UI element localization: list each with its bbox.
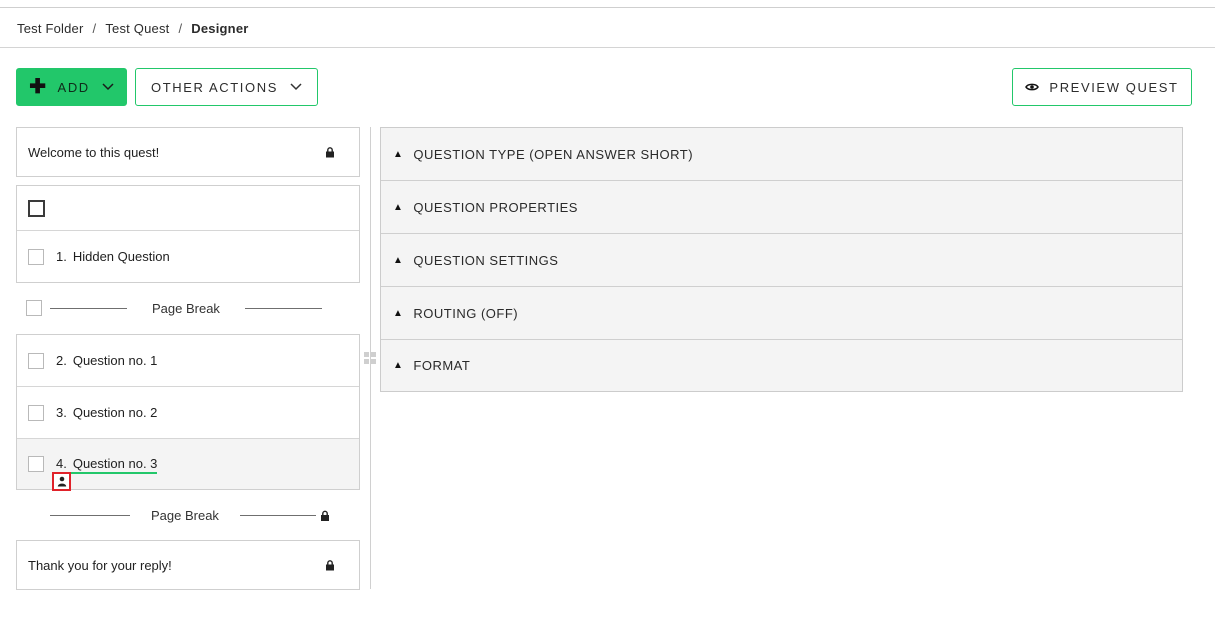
page-break[interactable]: Page Break bbox=[16, 298, 360, 318]
page-break-line bbox=[239, 514, 316, 516]
question-item[interactable]: 2. Question no. 1 bbox=[17, 335, 359, 387]
person-icon[interactable] bbox=[52, 472, 71, 491]
page-break-label: Page Break bbox=[152, 300, 220, 316]
question-title: Question no. 1 bbox=[72, 353, 158, 368]
preview-quest-button[interactable]: PREVIEW QUEST bbox=[1012, 68, 1192, 106]
page-break-locked: Page Break bbox=[16, 505, 360, 525]
lock-icon bbox=[320, 510, 330, 521]
triangle-up-icon: ▲ bbox=[393, 254, 404, 266]
select-all-row bbox=[17, 186, 359, 231]
question-title: Question no. 2 bbox=[72, 405, 158, 420]
question-title: Question no. 3 bbox=[72, 456, 158, 471]
question-number: 2. bbox=[56, 353, 67, 368]
question-checkbox[interactable] bbox=[28, 456, 44, 472]
triangle-up-icon: ▲ bbox=[393, 201, 404, 213]
add-button[interactable]: ✚ ADD bbox=[16, 68, 127, 106]
triangle-up-icon: ▲ bbox=[393, 360, 404, 371]
question-title: Hidden Question bbox=[72, 249, 170, 264]
accordion-format[interactable]: ▲ FORMAT bbox=[381, 340, 1182, 391]
accordion-label: FORMAT bbox=[413, 358, 471, 373]
breadcrumb: Test Folder / Test Quest / Designer bbox=[17, 20, 249, 36]
breadcrumb-folder[interactable]: Test Folder bbox=[17, 21, 84, 36]
page-break-checkbox[interactable] bbox=[26, 300, 42, 316]
question-checkbox[interactable] bbox=[28, 248, 44, 265]
question-group: 1. Hidden Question bbox=[16, 185, 360, 283]
question-number: 3. bbox=[56, 405, 67, 420]
breadcrumb-quest[interactable]: Test Quest bbox=[105, 21, 169, 36]
question-title-selected: 4. Question no. 3 bbox=[56, 456, 158, 474]
page-break-label: Page Break bbox=[151, 507, 219, 523]
header-divider bbox=[0, 47, 1215, 48]
page-break-line bbox=[50, 514, 130, 516]
accordion-question-settings[interactable]: ▲ QUESTION SETTINGS bbox=[381, 234, 1182, 287]
accordion-question-type[interactable]: ▲ QUESTION TYPE (OPEN ANSWER SHORT) bbox=[381, 128, 1182, 181]
triangle-up-icon: ▲ bbox=[393, 148, 404, 160]
lock-icon bbox=[325, 560, 335, 571]
breadcrumb-separator: / bbox=[92, 20, 97, 36]
accordion-label: QUESTION PROPERTIES bbox=[413, 199, 578, 215]
page-break-line bbox=[244, 307, 322, 309]
question-item[interactable]: 1. Hidden Question bbox=[17, 231, 359, 282]
page-break-line bbox=[50, 307, 127, 309]
add-button-label: ADD bbox=[57, 79, 90, 95]
other-actions-button[interactable]: OTHER ACTIONS bbox=[135, 68, 318, 106]
question-checkbox[interactable] bbox=[28, 404, 44, 421]
question-item[interactable]: 3. Question no. 2 bbox=[17, 387, 359, 439]
breadcrumb-current: Designer bbox=[191, 20, 249, 36]
question-checkbox[interactable] bbox=[28, 352, 44, 369]
breadcrumb-separator: / bbox=[178, 20, 183, 36]
triangle-up-icon: ▲ bbox=[393, 307, 404, 319]
question-group: 2. Question no. 1 3. Question no. 2 4. Qu… bbox=[16, 334, 360, 491]
welcome-page-item[interactable]: Welcome to this quest! bbox=[16, 127, 360, 177]
chevron-down-icon bbox=[102, 83, 114, 91]
splitter-drag-handle-icon[interactable] bbox=[364, 352, 376, 364]
question-number: 4. bbox=[56, 456, 67, 471]
top-divider bbox=[0, 7, 1215, 8]
welcome-text: Welcome to this quest! bbox=[28, 144, 160, 160]
accordion-label: ROUTING (OFF) bbox=[413, 305, 519, 321]
select-all-checkbox[interactable] bbox=[28, 199, 45, 217]
preview-quest-label: PREVIEW QUEST bbox=[1049, 79, 1179, 95]
thank-you-page-item[interactable]: Thank you for your reply! bbox=[16, 540, 360, 590]
accordion-label: QUESTION TYPE (OPEN ANSWER SHORT) bbox=[413, 146, 694, 162]
other-actions-label: OTHER ACTIONS bbox=[151, 79, 278, 95]
accordion-label: QUESTION SETTINGS bbox=[413, 252, 559, 268]
question-item-selected[interactable]: 4. Question no. 3 bbox=[17, 439, 359, 491]
accordion-routing[interactable]: ▲ ROUTING (OFF) bbox=[381, 287, 1182, 340]
chevron-down-icon bbox=[290, 83, 302, 91]
question-number: 1. bbox=[56, 249, 67, 264]
question-settings-accordion: ▲ QUESTION TYPE (OPEN ANSWER SHORT) ▲ QU… bbox=[380, 127, 1183, 392]
lock-icon bbox=[325, 147, 335, 158]
accordion-question-properties[interactable]: ▲ QUESTION PROPERTIES bbox=[381, 181, 1182, 234]
thanks-text: Thank you for your reply! bbox=[28, 557, 172, 573]
eye-icon bbox=[1025, 82, 1040, 92]
plus-icon: ✚ bbox=[29, 76, 48, 98]
